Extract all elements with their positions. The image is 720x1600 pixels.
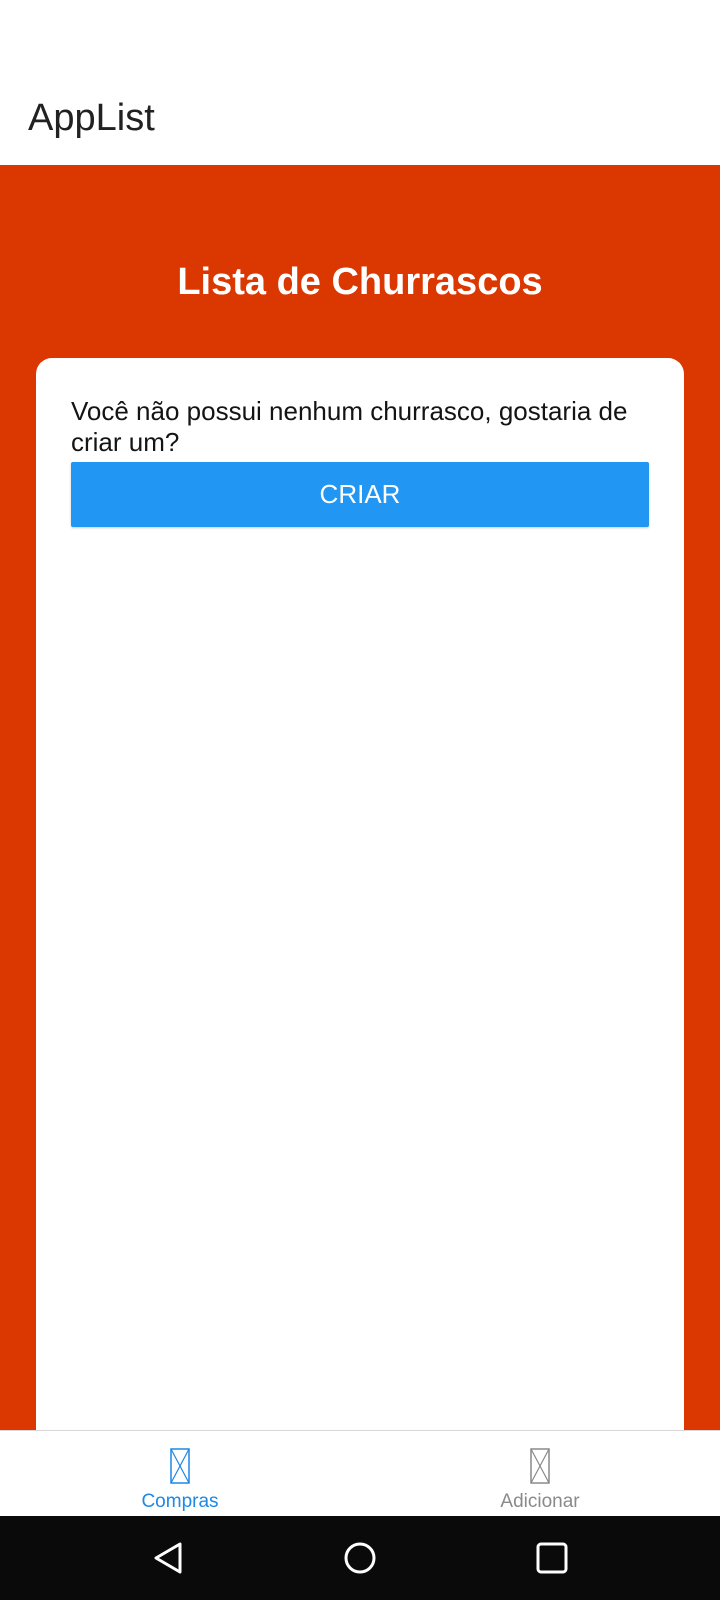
system-navigation-bar [0, 1516, 720, 1600]
placeholder-icon [530, 1448, 550, 1484]
app-title: AppList [28, 97, 155, 139]
bottom-tab-bar: Compras Adicionar [0, 1430, 720, 1516]
home-icon[interactable] [338, 1536, 382, 1580]
page-title: Lista de Churrascos [177, 261, 543, 303]
placeholder-icon [170, 1448, 190, 1484]
back-icon[interactable] [146, 1536, 190, 1580]
empty-state-message: Você não possui nenhum churrasco, gostar… [71, 396, 628, 457]
tab-label: Adicionar [500, 1491, 580, 1512]
tab-adicionar[interactable]: Adicionar [360, 1431, 720, 1517]
tab-compras[interactable]: Compras [0, 1431, 360, 1517]
app-header: AppList [0, 0, 720, 165]
main-content: Lista de Churrascos Você não possui nenh… [0, 165, 720, 1458]
recents-icon[interactable] [530, 1536, 574, 1580]
tab-label: Compras [141, 1491, 219, 1512]
create-button[interactable]: CRIAR [71, 462, 649, 527]
barbecue-list-card: Você não possui nenhum churrasco, gostar… [36, 358, 684, 1458]
